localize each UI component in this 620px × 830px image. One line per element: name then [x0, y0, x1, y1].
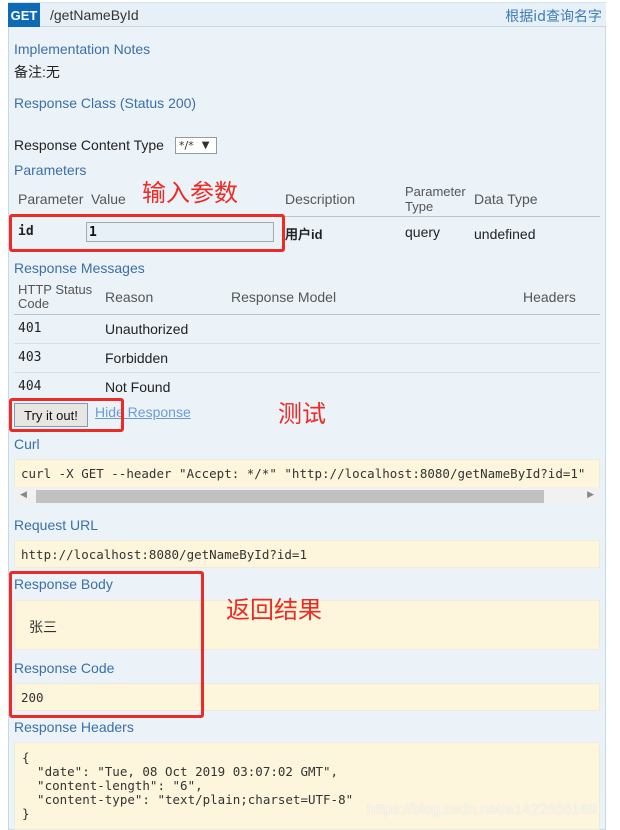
request-url-title: Request URL: [14, 517, 99, 533]
resp-header-reason: Reason: [105, 289, 154, 305]
param-header-parameter: Parameter: [18, 191, 84, 207]
annotation-box-input: [9, 214, 285, 252]
scrollbar-thumb[interactable]: [36, 490, 544, 503]
response-messages-title: Response Messages: [14, 260, 145, 276]
operation-path[interactable]: /getNameById: [50, 7, 139, 23]
response-headers-title: Response Headers: [14, 719, 134, 735]
param-header-data-type: Data Type: [474, 191, 538, 207]
resp-table-divider: [14, 314, 600, 315]
response-content-type-value: */*: [179, 139, 194, 152]
parameters-title: Parameters: [14, 162, 87, 178]
annotation-input-params: 输入参数: [142, 179, 238, 207]
curl-title: Curl: [14, 436, 40, 452]
resp-code: 404: [18, 379, 42, 394]
scroll-right-icon[interactable]: ▶: [587, 490, 594, 500]
operation-summary[interactable]: 根据id查询名字: [505, 6, 602, 26]
resp-header-status-1: HTTP Status: [18, 282, 93, 297]
annotation-box-test: [9, 398, 124, 432]
implementation-notes-title: Implementation Notes: [14, 41, 151, 57]
annotation-box-result: [9, 571, 204, 718]
resp-header-headers: Headers: [523, 289, 576, 305]
resp-row-divider: [14, 343, 600, 344]
annotation-return-result: 返回结果: [226, 596, 322, 624]
resp-header-status-2: Code: [18, 296, 50, 311]
resp-reason: Not Found: [105, 379, 171, 395]
response-content-type-label: Response Content Type: [14, 137, 164, 153]
request-url-value[interactable]: http://localhost:8080/getNameById?id=1: [14, 540, 600, 568]
dropdown-arrow-icon: ▼: [201, 140, 210, 151]
method-badge[interactable]: GET: [8, 3, 40, 27]
resp-code: 401: [18, 321, 42, 336]
param-data-type: undefined: [474, 226, 536, 242]
param-type: query: [405, 224, 441, 240]
curl-command[interactable]: curl -X GET --header "Accept: */*" "http…: [14, 459, 600, 487]
response-class-title: Response Class (Status 200): [14, 95, 197, 111]
param-header-parameter-type-2: Type: [405, 199, 434, 214]
implementation-notes-text: 备注:无: [14, 64, 60, 80]
resp-reason: Unauthorized: [105, 321, 189, 337]
scroll-left-icon[interactable]: ◀: [20, 490, 27, 500]
curl-horizontal-scrollbar[interactable]: ◀ ▶: [14, 487, 600, 505]
param-description: 用户id: [285, 227, 323, 242]
resp-reason: Forbidden: [105, 350, 169, 366]
resp-row-divider: [14, 372, 600, 373]
param-header-description: Description: [285, 191, 356, 207]
param-header-value: Value: [91, 191, 126, 207]
resp-code: 403: [18, 350, 42, 365]
param-header-parameter-type-1: Parameter: [405, 184, 466, 199]
watermark: https://blog.csdn.net/a1422655169: [367, 801, 598, 818]
resp-header-response-model: Response Model: [231, 289, 337, 305]
annotation-test: 测试: [278, 400, 326, 428]
response-content-type-select[interactable]: */* ▼: [175, 137, 217, 154]
